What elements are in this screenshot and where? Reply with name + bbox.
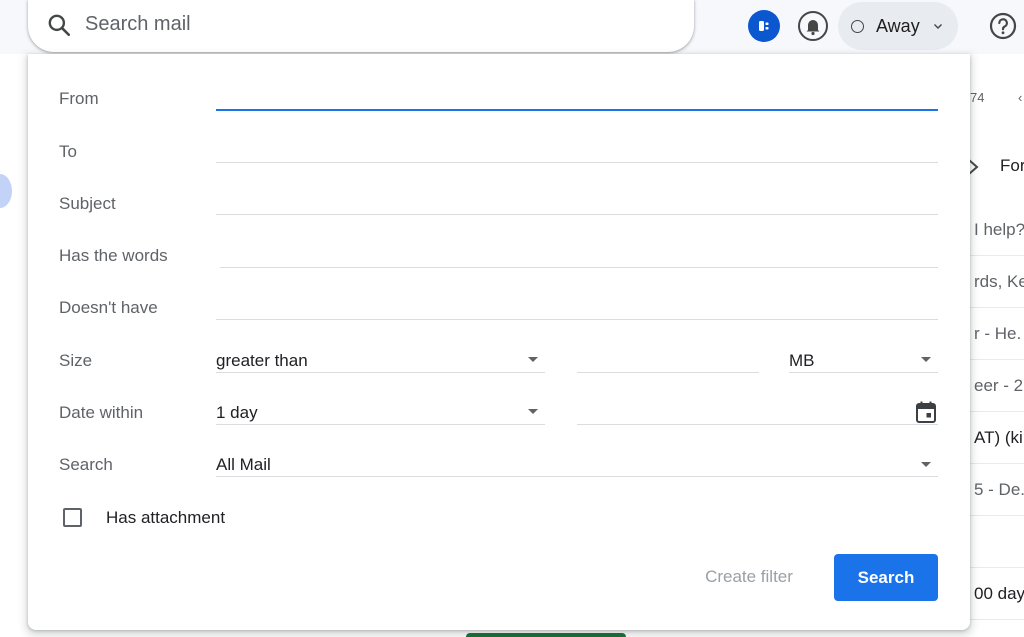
compose-indicator bbox=[0, 174, 12, 208]
subject-field[interactable] bbox=[216, 214, 938, 215]
has-attachment-checkbox[interactable] bbox=[63, 508, 82, 527]
status-app-icon[interactable] bbox=[748, 10, 780, 42]
search-box[interactable]: Search mail bbox=[28, 0, 694, 52]
from-field[interactable] bbox=[216, 109, 938, 111]
from-label: From bbox=[59, 89, 99, 108]
message-count: 74 bbox=[970, 90, 985, 105]
help-icon[interactable] bbox=[987, 10, 1019, 42]
search-scope-select[interactable]: All Mail bbox=[216, 455, 271, 475]
advanced-search-dialog: From To Subject Has the words Doesn't ha… bbox=[28, 54, 970, 630]
background-button bbox=[466, 633, 626, 637]
search-scope-underline bbox=[216, 476, 938, 477]
size-unit-caret bbox=[921, 357, 931, 362]
doesnt-have-field[interactable] bbox=[216, 319, 938, 320]
size-unit-select[interactable]: MB bbox=[789, 351, 815, 371]
has-attachment-label[interactable]: Has attachment bbox=[106, 508, 225, 528]
chevron-left-icon[interactable]: ‹ bbox=[1018, 90, 1022, 105]
create-filter-button[interactable]: Create filter bbox=[690, 564, 808, 590]
size-operator-underline bbox=[216, 372, 545, 373]
size-operator-caret bbox=[528, 357, 538, 362]
search-icon[interactable] bbox=[46, 12, 72, 38]
date-within-caret bbox=[528, 409, 538, 414]
to-field[interactable] bbox=[216, 162, 938, 163]
size-label: Size bbox=[59, 351, 93, 370]
doesnt-have-label: Doesn't have bbox=[59, 298, 158, 317]
size-value-field[interactable] bbox=[577, 372, 759, 373]
tab-forums[interactable]: For bbox=[1000, 156, 1024, 176]
chevron-down-icon bbox=[934, 24, 942, 29]
search-button[interactable]: Search bbox=[834, 554, 938, 601]
calendar-icon[interactable] bbox=[915, 400, 937, 424]
status-circle-icon bbox=[851, 20, 864, 33]
date-field[interactable] bbox=[577, 424, 938, 425]
status-label: Away bbox=[876, 16, 920, 36]
subject-label: Subject bbox=[59, 194, 116, 213]
has-words-field[interactable] bbox=[220, 267, 938, 268]
notification-bell-icon[interactable] bbox=[797, 10, 829, 42]
search-scope-caret bbox=[921, 462, 931, 467]
search-scope-label: Search bbox=[59, 455, 113, 474]
has-words-label: Has the words bbox=[59, 246, 168, 265]
size-unit-underline bbox=[789, 372, 938, 373]
date-within-underline bbox=[216, 424, 545, 425]
search-input[interactable]: Search mail bbox=[85, 13, 191, 36]
date-within-label: Date within bbox=[59, 403, 144, 422]
to-label: To bbox=[59, 142, 77, 161]
size-operator-select[interactable]: greater than bbox=[216, 351, 308, 371]
date-within-select[interactable]: 1 day bbox=[216, 403, 258, 423]
status-dropdown[interactable]: Away bbox=[838, 2, 958, 50]
